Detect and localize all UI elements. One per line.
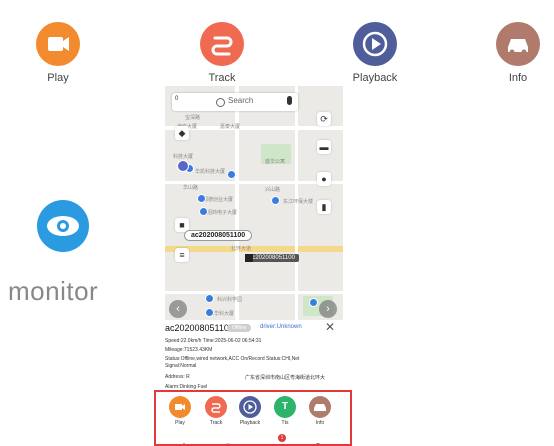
close-icon[interactable]: ✕ [325,320,335,334]
status-line: Status:Offline,wired network,ACC On/Reco… [165,356,300,362]
car-icon [496,22,540,66]
panel-icon[interactable]: ▮ [317,200,331,214]
feature-info[interactable]: Info [488,22,548,84]
status-badge: Offline [227,324,252,332]
microphone-icon[interactable] [287,96,292,105]
vehicle-info-panel: ac202008051100 Offline driver:Unknown ✕ … [165,320,343,392]
feature-play[interactable]: Play [28,22,88,84]
search-bar[interactable]: 0 Search [172,93,298,111]
signal-line: Signal:Normal [165,363,197,369]
list-icon[interactable]: ≡ [175,248,189,262]
layers-icon[interactable]: ◆ [175,126,189,140]
radio-icon[interactable] [216,98,225,107]
vehicle-label[interactable]: ac202008051100 [184,230,253,241]
speed-line: Speed:22.0km/h Time:2025-06-02 06:54:31 [165,338,262,344]
playback-icon [353,22,397,66]
monitor-label: monitor [8,276,99,306]
user-icon[interactable]: ● [317,172,331,186]
driver-link[interactable]: driver:Unknown [260,324,302,330]
car-icon[interactable]: ▬ [317,140,331,154]
video-camera-icon [36,22,80,66]
highlight-box [154,390,352,446]
address-label: Address: R [165,374,190,380]
map-view[interactable]: 宝深路 海文大厦 嘉泰大厦 科技大厦 华山路 兴山路 华凯科技大厦 源德创业大厦… [165,86,343,320]
location-dot-icon [177,160,189,172]
vehicle-title: ac202008051100 [165,323,234,333]
mileage-line: Mileage:71523.43KM [165,347,213,353]
route-icon [200,22,244,66]
feature-playback-label: Playback [352,72,398,84]
address-value: 广东省深圳市南山区粤海街道北环大 [245,375,326,381]
search-placeholder[interactable]: Search [228,96,253,105]
search-prefix: 0 [175,96,179,102]
vehicle-dark-label[interactable]: ac202008051100 [245,254,299,262]
vehicle-icon[interactable] [245,254,253,262]
refresh-icon[interactable]: ⟳ [317,112,331,126]
feature-track-label: Track [208,72,236,84]
feature-track[interactable]: Track [192,22,252,84]
prev-arrow-icon[interactable]: ‹ [169,300,187,318]
eye-icon[interactable] [37,200,89,252]
next-arrow-icon[interactable]: › [319,300,337,318]
feature-playback[interactable]: Playback [345,22,405,84]
feature-info-label: Info [508,72,528,84]
feature-play-label: Play [47,72,69,84]
